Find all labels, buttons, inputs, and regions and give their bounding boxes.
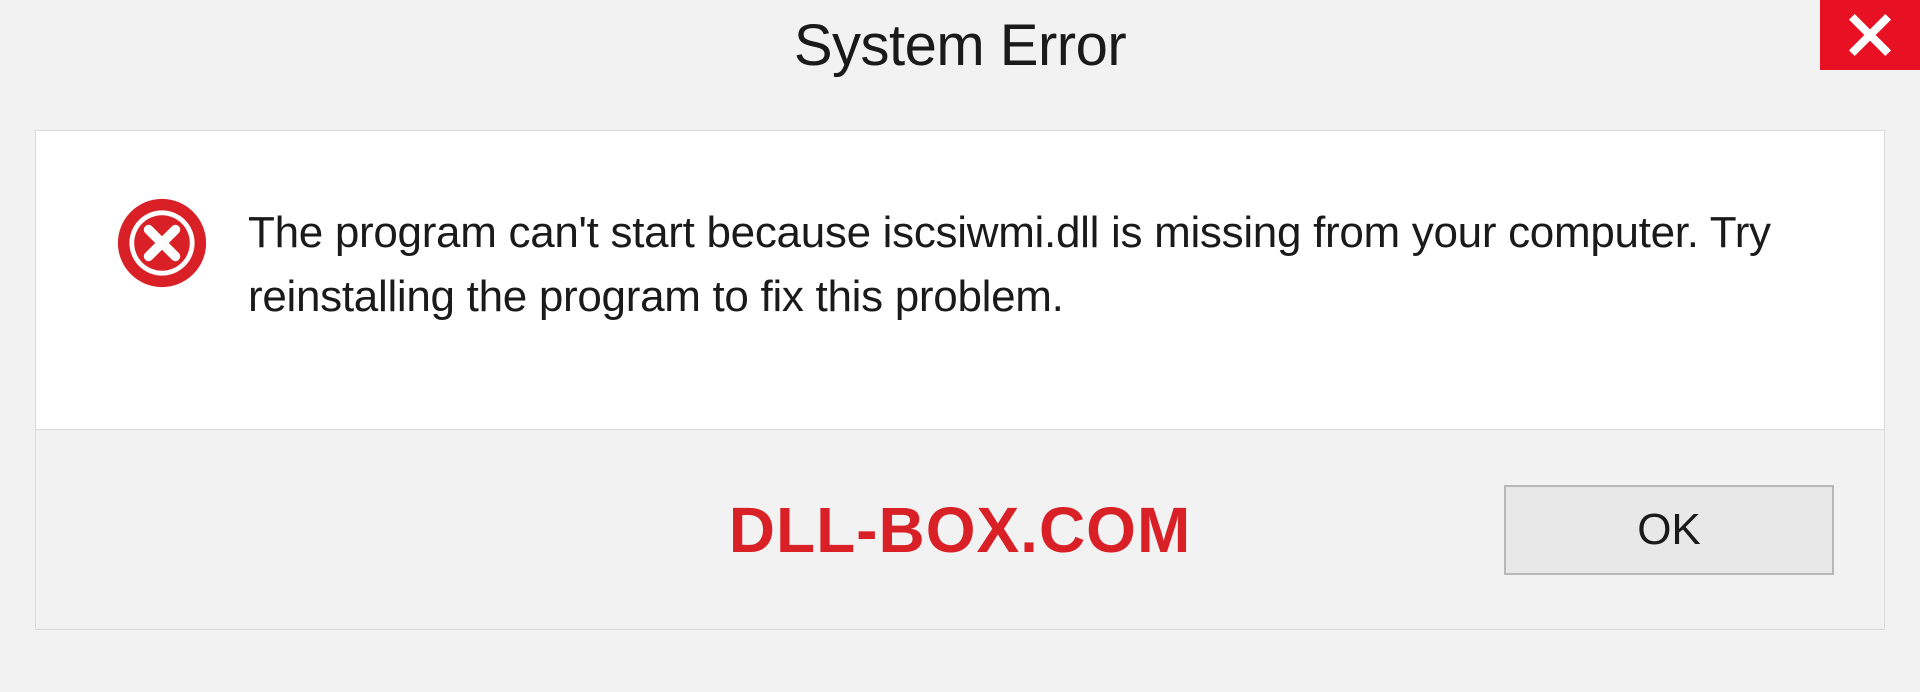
content-panel: The program can't start because iscsiwmi… xyxy=(35,130,1885,430)
ok-button[interactable]: OK xyxy=(1504,485,1834,575)
watermark-text: DLL-BOX.COM xyxy=(729,493,1192,567)
dialog-footer: DLL-BOX.COM OK xyxy=(35,430,1885,630)
close-icon xyxy=(1847,12,1893,58)
titlebar: System Error xyxy=(0,0,1920,100)
error-message: The program can't start because iscsiwmi… xyxy=(248,201,1824,329)
system-error-dialog: System Error The program can't start bec… xyxy=(0,0,1920,692)
error-icon xyxy=(116,197,208,294)
close-button[interactable] xyxy=(1820,0,1920,70)
dialog-title: System Error xyxy=(794,12,1126,79)
